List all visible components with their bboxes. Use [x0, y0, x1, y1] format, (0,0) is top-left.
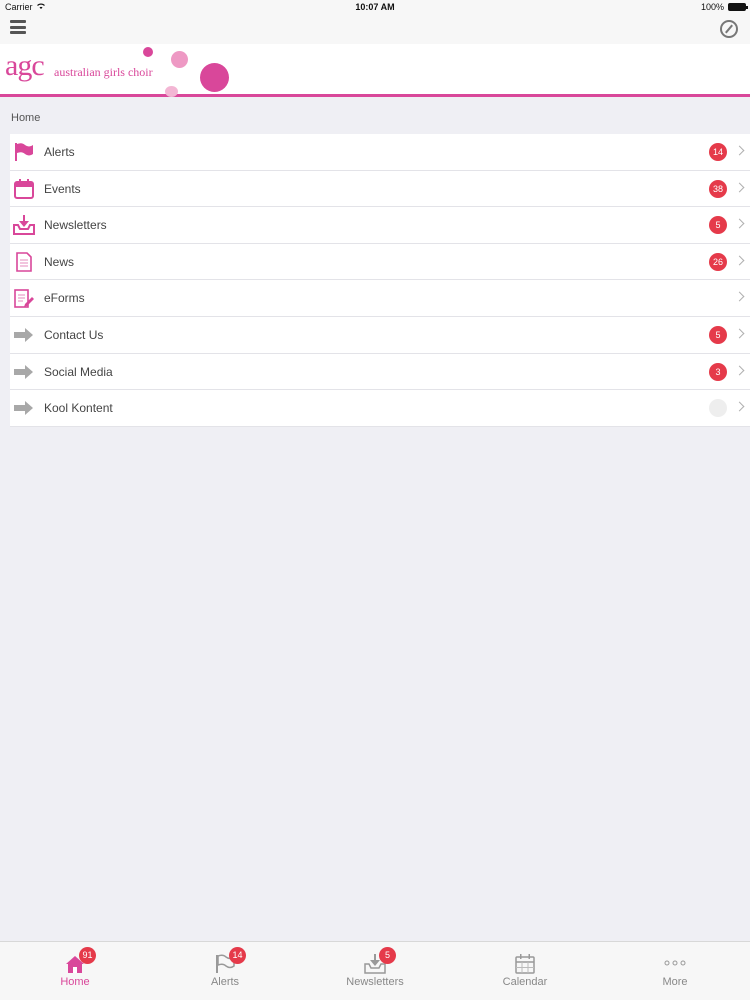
- chevron-right-icon: [734, 145, 745, 156]
- chevron-right-icon: [734, 218, 745, 229]
- chevron-right-icon: [734, 182, 745, 193]
- status-time: 10:07 AM: [355, 2, 395, 12]
- menu-item-label: News: [44, 254, 75, 269]
- chevron-right-icon: [734, 328, 745, 339]
- hamburger-menu-icon[interactable]: [10, 20, 26, 34]
- document-icon: [13, 251, 35, 272]
- tab-label: Home: [60, 976, 90, 988]
- tab-badge: 14: [229, 947, 246, 964]
- tab-alerts[interactable]: 14 Alerts: [150, 942, 300, 1000]
- calendar-icon: [13, 178, 35, 199]
- nav-bar: [0, 14, 750, 44]
- logo-dot: [200, 63, 229, 92]
- home-menu-list: Alerts 14 Events 38 Newsletters 5 News 2…: [10, 134, 750, 427]
- chevron-right-icon: [734, 401, 745, 412]
- menu-item-contact-us[interactable]: Contact Us 5: [10, 317, 750, 354]
- count-badge: [709, 399, 727, 418]
- menu-item-news[interactable]: News 26: [10, 244, 750, 281]
- tab-newsletters[interactable]: 5 Newsletters: [300, 942, 450, 1000]
- arrow-right-icon: [13, 325, 35, 345]
- menu-item-label: Kool Kontent: [44, 401, 113, 416]
- breadcrumb: Home: [11, 112, 41, 124]
- menu-item-events[interactable]: Events 38: [10, 171, 750, 208]
- chevron-right-icon: [734, 365, 745, 376]
- count-badge: 26: [709, 252, 727, 271]
- sync-icon[interactable]: [720, 20, 738, 38]
- menu-item-label: Social Media: [44, 364, 113, 379]
- menu-item-label: Contact Us: [44, 327, 104, 342]
- tab-label: More: [662, 976, 688, 988]
- count-badge: 38: [709, 179, 727, 198]
- more-dots-icon: [664, 954, 686, 974]
- menu-item-alerts[interactable]: Alerts 14: [10, 134, 750, 171]
- logo-dot: [143, 47, 153, 57]
- tab-calendar[interactable]: Calendar: [450, 942, 600, 1000]
- tab-home[interactable]: 91 Home: [0, 942, 150, 1000]
- menu-item-kool-kontent[interactable]: Kool Kontent: [10, 390, 750, 427]
- arrow-right-icon: [13, 398, 35, 418]
- menu-item-label: Newsletters: [44, 218, 107, 233]
- calendar-icon: [514, 954, 536, 974]
- logo-dot: [165, 86, 178, 97]
- arrow-right-icon: [13, 362, 35, 382]
- menu-item-newsletters[interactable]: Newsletters 5: [10, 207, 750, 244]
- menu-item-social-media[interactable]: Social Media 3: [10, 354, 750, 391]
- menu-item-eforms[interactable]: eForms: [10, 280, 750, 317]
- logo-text: australian girls choir: [54, 65, 153, 79]
- battery-percent: 100%: [700, 2, 724, 12]
- menu-item-label: Alerts: [44, 145, 75, 159]
- tab-bar: 91 Home 14 Alerts 5 Newsletters Calendar…: [0, 941, 750, 1000]
- logo-dot: [171, 51, 188, 68]
- logo-mark: agc: [5, 49, 45, 82]
- count-badge: 5: [709, 325, 727, 344]
- count-badge: 5: [709, 216, 727, 235]
- battery-icon: [728, 3, 748, 11]
- brand-header: agc australian girls choir: [0, 44, 750, 97]
- menu-item-label: eForms: [44, 291, 85, 306]
- chevron-right-icon: [734, 255, 745, 266]
- tab-more[interactable]: More: [600, 942, 750, 1000]
- tab-badge: 5: [379, 947, 396, 964]
- count-badge: 14: [709, 143, 727, 161]
- tab-label: Newsletters: [346, 976, 404, 988]
- form-edit-icon: [13, 288, 35, 309]
- tab-badge: 91: [79, 947, 96, 964]
- flag-icon: [13, 142, 35, 162]
- status-bar: Carrier 10:07 AM 100%: [0, 0, 750, 14]
- count-badge: 3: [709, 362, 727, 381]
- chevron-right-icon: [734, 291, 745, 302]
- tab-label: Alerts: [210, 976, 240, 988]
- inbox-download-icon: [13, 215, 35, 236]
- menu-item-label: Events: [44, 181, 81, 196]
- tab-label: Calendar: [502, 976, 548, 988]
